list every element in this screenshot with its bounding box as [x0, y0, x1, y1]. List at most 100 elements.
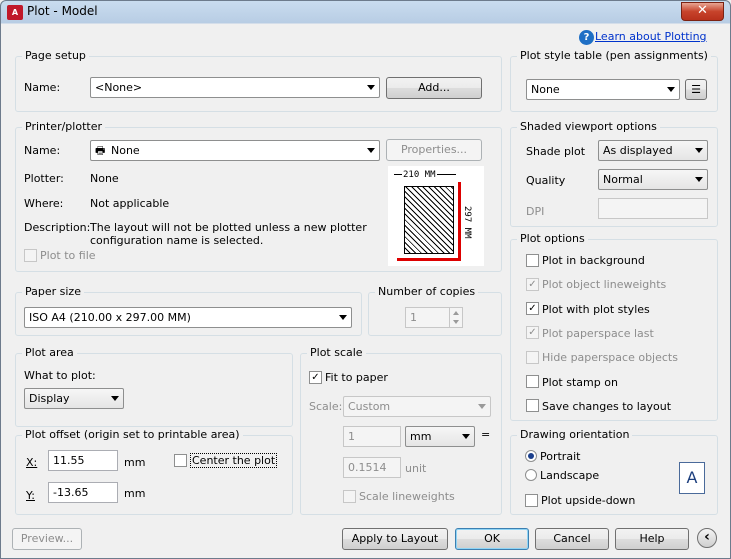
plot-area-title: Plot area	[22, 346, 77, 359]
scale-combo[interactable]: Custom	[343, 396, 491, 417]
edit-table-icon: ☰	[691, 83, 701, 96]
scale-value-1-input[interactable]: 1	[343, 426, 401, 447]
offset-y-input[interactable]: -13.65	[48, 482, 118, 503]
offset-x-input[interactable]: 11.55	[48, 450, 118, 471]
plot-option-checkbox[interactable]: ✓ Plot paperspace last	[526, 326, 654, 343]
plot-options-title: Plot options	[517, 232, 588, 245]
dpi-input[interactable]	[598, 198, 708, 219]
scale-label: Scale:	[309, 400, 343, 413]
scale-unit-combo[interactable]: mm	[405, 426, 475, 447]
plot-option-checkbox[interactable]: Save changes to layout	[526, 399, 672, 416]
printer-name-label: Name:	[24, 144, 61, 157]
plot-style-table-value: None	[531, 83, 560, 96]
checkbox-box	[24, 248, 37, 262]
spin-down-icon	[453, 320, 459, 324]
plot-area-group: Plot area What to plot: Display	[15, 346, 293, 427]
cancel-button[interactable]: Cancel	[535, 528, 609, 550]
checkbox-box: ✓	[526, 302, 539, 316]
dialog-body: ? Learn about Plotting Page setup Name: …	[5, 24, 726, 554]
where-value: Not applicable	[90, 197, 170, 210]
plot-scale-title: Plot scale	[307, 346, 366, 359]
plot-style-table-combo[interactable]: None	[526, 79, 680, 100]
copies-group: Number of copies 1	[368, 285, 502, 336]
quality-value: Normal	[603, 173, 643, 186]
plot-option-label: Plot with plot styles	[542, 302, 650, 316]
paper-size-group: Paper size ISO A4 (210.00 x 297.00 MM)	[15, 285, 362, 336]
drawing-orientation-group: Drawing orientation Portrait Landscape P…	[510, 428, 718, 515]
plot-option-checkbox[interactable]: Plot stamp on	[526, 375, 618, 392]
paper-preview: 210 MM 297 MM	[388, 166, 484, 266]
plot-option-checkbox[interactable]: Plot in background	[526, 253, 645, 270]
spin-up-icon	[453, 311, 459, 315]
scale-equals-sign: =	[481, 428, 491, 441]
chevron-down-icon	[462, 434, 470, 439]
help-button[interactable]: Help	[615, 528, 689, 550]
plot-to-file-checkbox[interactable]: Plot to file	[24, 248, 96, 265]
offset-x-label: X:	[26, 456, 38, 469]
checkbox-box: ✓	[309, 370, 322, 384]
printer-plotter-title: Printer/plotter	[22, 120, 105, 133]
printable-area	[404, 186, 454, 254]
scale-value-2-input[interactable]: 0.1514	[343, 457, 401, 478]
landscape-label: Landscape	[540, 469, 600, 482]
what-to-plot-combo[interactable]: Display	[24, 388, 124, 409]
ok-button[interactable]: OK	[455, 528, 529, 550]
printer-plotter-group: Printer/plotter Name: 🖶 None Properties.…	[15, 120, 502, 272]
preview-button[interactable]: Preview...	[12, 528, 82, 550]
center-plot-checkbox[interactable]: Center the plot	[174, 453, 278, 470]
chevron-down-icon	[478, 404, 486, 409]
close-button[interactable]: ✕	[681, 2, 724, 21]
copies-title: Number of copies	[375, 285, 479, 298]
shade-plot-combo[interactable]: As displayed	[598, 140, 708, 161]
edit-plot-style-button[interactable]: ☰	[685, 79, 707, 100]
page-setup-name-value: <None>	[95, 81, 143, 94]
scale-lineweights-checkbox[interactable]: Scale lineweights	[343, 489, 455, 506]
radio-dot	[525, 469, 537, 481]
printer-properties-button[interactable]: Properties...	[386, 139, 482, 161]
printer-name-combo[interactable]: 🖶 None	[90, 140, 380, 161]
plot-options-group: Plot options Plot in background ✓ Plot obj…	[510, 232, 718, 421]
offset-y-label: Y:	[26, 489, 35, 502]
checkbox-box: ✓	[526, 277, 539, 291]
checkbox-box	[526, 399, 539, 413]
page-setup-name-combo[interactable]: <None>	[90, 77, 380, 98]
title-bar[interactable]: A Plot - Model ✕	[1, 1, 730, 24]
where-label: Where:	[24, 197, 64, 210]
plot-option-checkbox[interactable]: Hide paperspace objects	[526, 350, 678, 367]
plot-option-label: Save changes to layout	[542, 399, 672, 413]
add-page-setup-button[interactable]: Add...	[386, 77, 482, 99]
printer-icon: 🖶	[95, 144, 106, 157]
scale-lineweights-label: Scale lineweights	[359, 490, 455, 503]
paper-size-combo[interactable]: ISO A4 (210.00 x 297.00 MM)	[24, 307, 352, 328]
fit-to-paper-label: Fit to paper	[325, 371, 388, 384]
landscape-radio[interactable]: Landscape	[525, 469, 599, 485]
plot-option-label: Plot paperspace last	[542, 326, 654, 340]
printer-name-value: None	[111, 144, 140, 157]
fit-to-paper-checkbox[interactable]: ✓ Fit to paper	[309, 370, 388, 387]
plot-option-checkbox[interactable]: ✓ Plot object lineweights	[526, 277, 666, 294]
what-to-plot-value: Display	[29, 392, 70, 405]
plot-option-checkbox[interactable]: ✓ Plot with plot styles	[526, 302, 650, 319]
paper-size-title: Paper size	[22, 285, 84, 298]
plot-upside-down-checkbox[interactable]: Plot upside-down	[525, 493, 635, 510]
page-setup-title: Page setup	[22, 49, 89, 62]
learn-about-plotting-link[interactable]: Learn about Plotting	[595, 30, 707, 43]
what-to-plot-label: What to plot:	[24, 369, 96, 382]
plot-offset-title: Plot offset (origin set to printable are…	[22, 428, 243, 441]
plotter-value: None	[90, 172, 119, 185]
drawing-orientation-title: Drawing orientation	[517, 428, 633, 441]
paper-size-value: ISO A4 (210.00 x 297.00 MM)	[29, 311, 191, 324]
plot-option-label: Plot in background	[542, 254, 645, 267]
quality-combo[interactable]: Normal	[598, 169, 708, 190]
apply-to-layout-button[interactable]: Apply to Layout	[342, 528, 448, 550]
more-options-button[interactable]: ‹	[697, 528, 717, 548]
portrait-radio[interactable]: Portrait	[525, 450, 580, 466]
chevron-down-icon	[367, 85, 375, 90]
plotter-label: Plotter:	[24, 172, 64, 185]
center-plot-label: Center the plot	[190, 453, 278, 468]
description-line-1: The layout will not be plotted unless a …	[90, 221, 367, 234]
copies-spinner[interactable]	[449, 308, 462, 327]
checkbox-box	[526, 375, 539, 388]
plot-style-table-title: Plot style table (pen assignments)	[517, 49, 711, 62]
chevron-down-icon	[695, 148, 703, 153]
